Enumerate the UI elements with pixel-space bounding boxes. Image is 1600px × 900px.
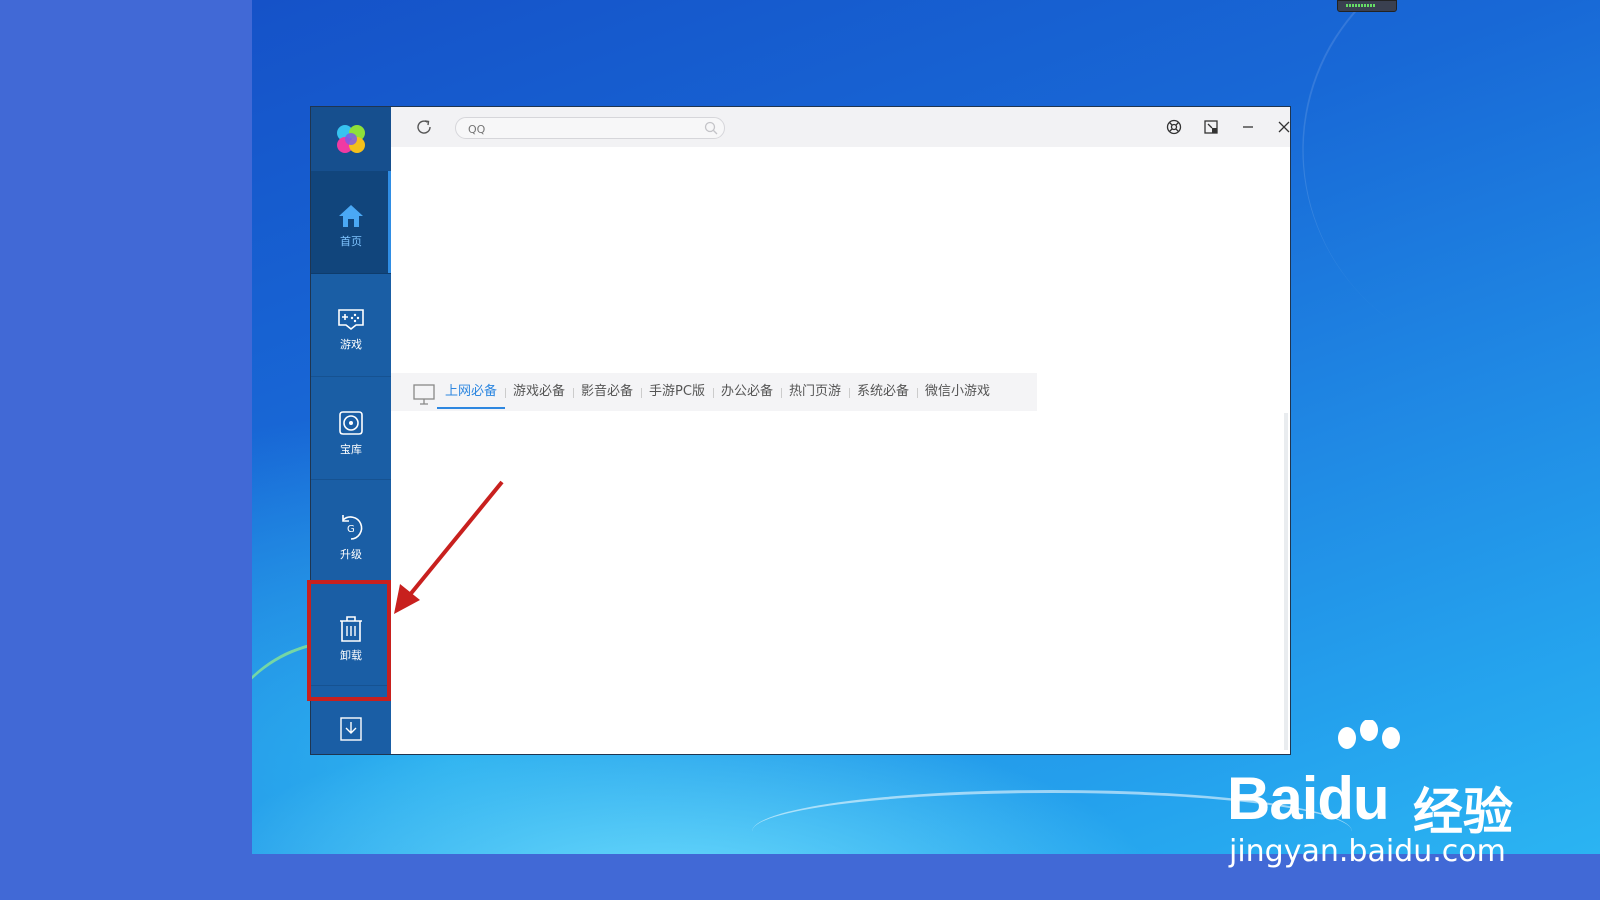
tab-internet-essentials[interactable]: 上网必备 <box>437 373 506 411</box>
download-manager-button[interactable] <box>311 702 391 756</box>
tab-hot-web-games[interactable]: 热门页游 <box>780 373 849 411</box>
sidebar-item-games[interactable]: 游戏 <box>311 274 391 377</box>
sidebar-item-label: 宝库 <box>340 443 362 456</box>
gamepad-icon <box>338 309 364 331</box>
wallpaper-streak <box>752 790 1352 854</box>
mini-mode-button[interactable] <box>1201 117 1221 137</box>
close-button[interactable] <box>1274 117 1294 137</box>
software-manager-window: 首页 游戏 宝库 G 升级 卸载 QQ 上网必备 游戏必备 影音必备 手游PC版… <box>310 106 1291 755</box>
sidebar-item-label: 首页 <box>340 235 362 248</box>
search-box <box>455 117 725 139</box>
sidebar-item-uninstall[interactable]: 卸载 <box>311 583 391 686</box>
search-icon[interactable] <box>704 121 718 135</box>
download-icon <box>340 717 362 741</box>
app-logo-icon <box>311 107 391 171</box>
sidebar-item-treasury[interactable]: 宝库 <box>311 377 391 480</box>
tab-office-essentials[interactable]: 办公必备 <box>712 373 781 411</box>
search-input[interactable] <box>466 120 690 138</box>
sidebar-item-label: 卸载 <box>340 649 362 662</box>
computer-icon <box>413 384 435 405</box>
tab-system-essentials[interactable]: 系统必备 <box>849 373 917 411</box>
refresh-icon <box>417 120 431 134</box>
category-tabs: 上网必备 游戏必备 影音必备 手游PC版 办公必备 热门页游 系统必备 微信小游… <box>437 373 998 411</box>
mini-mode-icon <box>1204 120 1218 134</box>
sidebar: 首页 游戏 宝库 G 升级 卸载 <box>311 107 391 754</box>
top-bar <box>391 107 1290 147</box>
tab-mobile-games-pc[interactable]: 手游PC版 <box>641 373 713 411</box>
settings-icon <box>1166 119 1182 135</box>
scrollbar[interactable] <box>1284 413 1288 750</box>
sidebar-item-label: 游戏 <box>340 338 362 351</box>
desktop-gadget[interactable] <box>1337 0 1397 12</box>
close-icon <box>1278 121 1290 133</box>
tab-game-essentials[interactable]: 游戏必备 <box>505 373 573 411</box>
disc-icon <box>339 411 363 435</box>
main-content: 上网必备 游戏必备 影音必备 手游PC版 办公必备 热门页游 系统必备 微信小游… <box>391 147 1290 754</box>
tab-media-essentials[interactable]: 影音必备 <box>573 373 641 411</box>
sidebar-item-home[interactable]: 首页 <box>311 171 391 274</box>
tab-wechat-mini-games[interactable]: 微信小游戏 <box>917 373 998 411</box>
settings-button[interactable] <box>1164 117 1184 137</box>
upgrade-icon: G <box>342 515 363 540</box>
home-icon <box>339 205 363 227</box>
sidebar-item-label: 升级 <box>340 548 362 561</box>
category-tab-bar: 上网必备 游戏必备 影音必备 手游PC版 办公必备 热门页游 系统必备 微信小游… <box>391 373 1037 411</box>
minimize-icon <box>1243 126 1253 128</box>
sidebar-item-upgrade[interactable]: G 升级 <box>311 480 391 583</box>
svg-text:G: G <box>347 524 355 535</box>
minimize-button[interactable] <box>1238 117 1258 137</box>
trash-icon <box>340 616 362 642</box>
refresh-button[interactable] <box>415 118 433 136</box>
